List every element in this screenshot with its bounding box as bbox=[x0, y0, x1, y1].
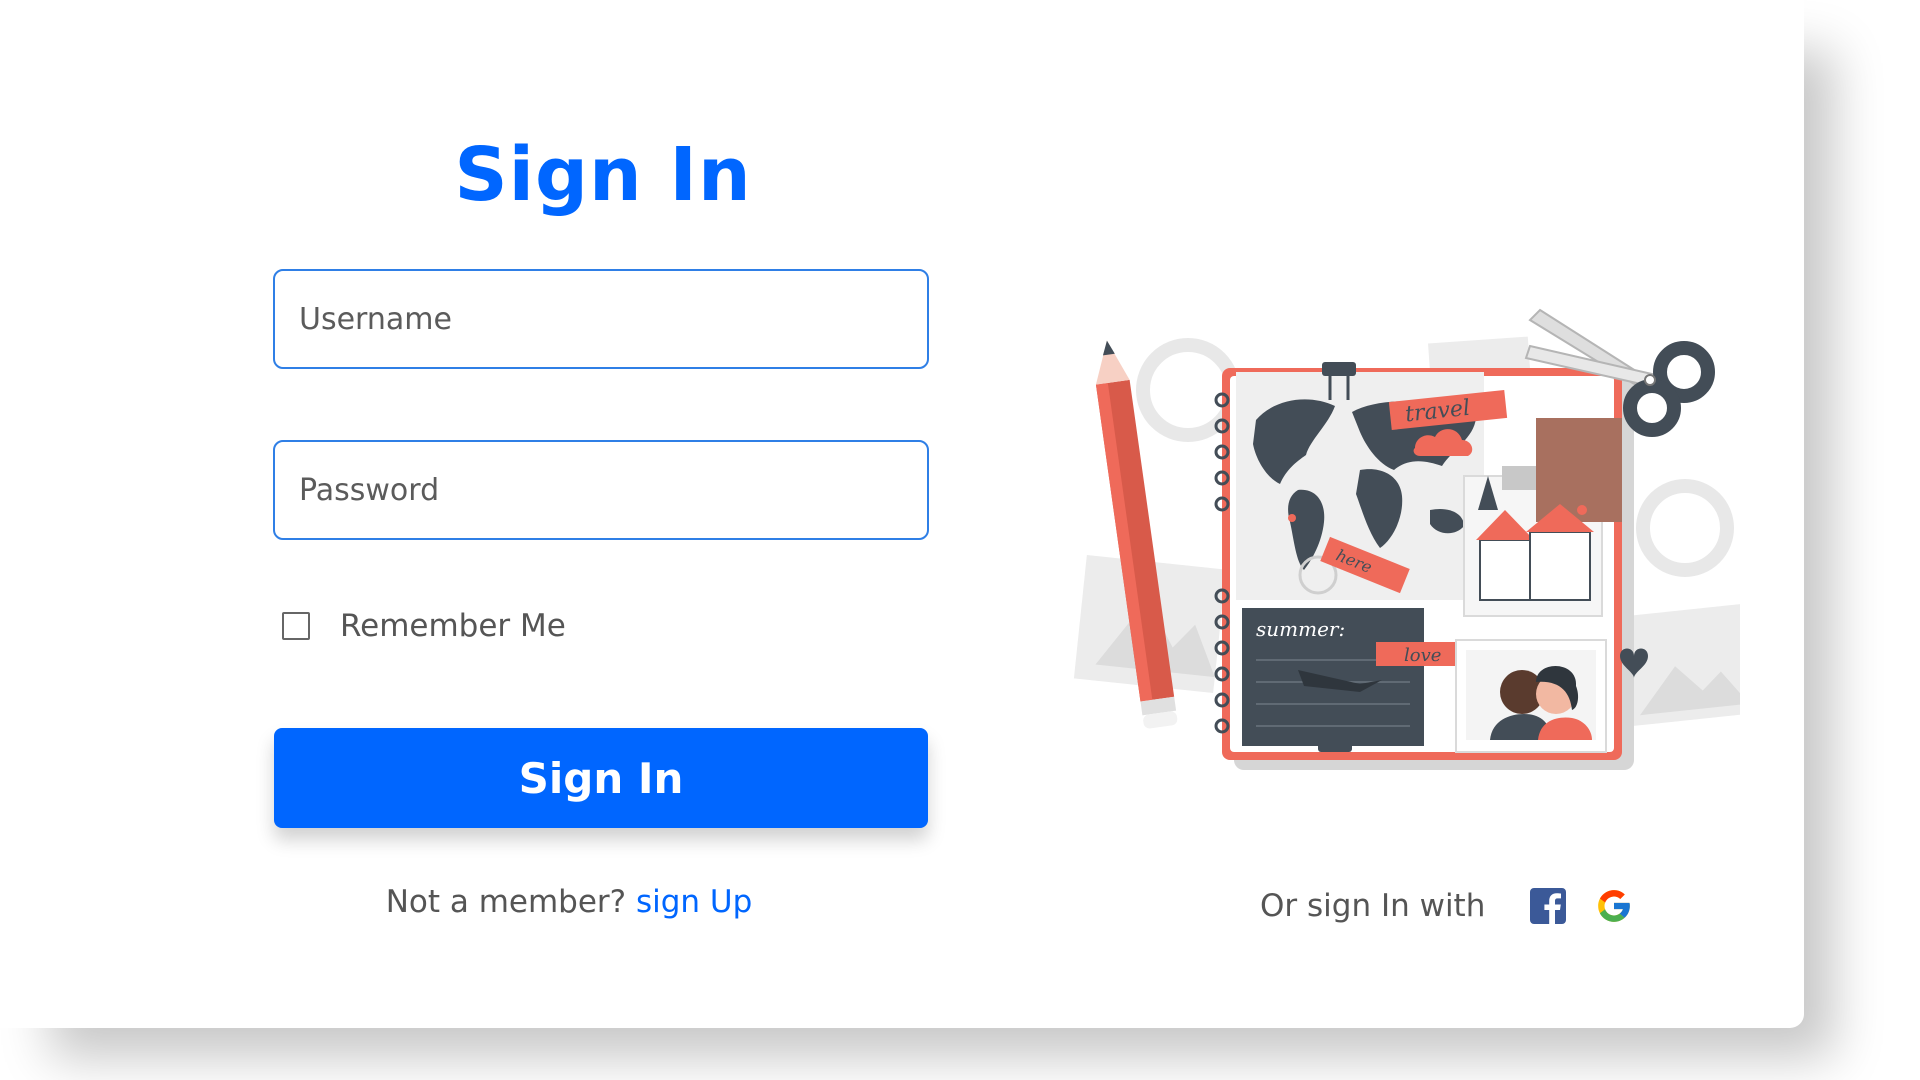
remember-me-checkbox[interactable] bbox=[282, 612, 310, 640]
sign-up-link[interactable]: sign Up bbox=[636, 884, 752, 920]
travel-scrapbook-illustration: travel here summer: love bbox=[1060, 300, 1756, 780]
remember-me[interactable]: Remember Me bbox=[282, 608, 566, 644]
signin-card: Sign In Remember Me Sign In Not a member… bbox=[0, 0, 1804, 1028]
page-title: Sign In bbox=[454, 132, 752, 218]
social-signin: Or sign In with bbox=[1260, 880, 1633, 932]
social-signin-label: Or sign In with bbox=[1260, 888, 1486, 924]
summer-note-label: summer: bbox=[1256, 617, 1345, 641]
username-field[interactable] bbox=[273, 269, 929, 369]
signup-prompt-text: Not a member? bbox=[385, 884, 627, 920]
love-tag-label: love bbox=[1404, 645, 1441, 666]
sign-in-button[interactable]: Sign In bbox=[274, 728, 928, 828]
password-field[interactable] bbox=[273, 440, 929, 540]
google-icon[interactable] bbox=[1595, 887, 1633, 925]
facebook-icon[interactable] bbox=[1529, 887, 1567, 925]
signup-prompt: Not a member? sign Up bbox=[274, 884, 864, 920]
remember-me-label: Remember Me bbox=[340, 608, 566, 644]
